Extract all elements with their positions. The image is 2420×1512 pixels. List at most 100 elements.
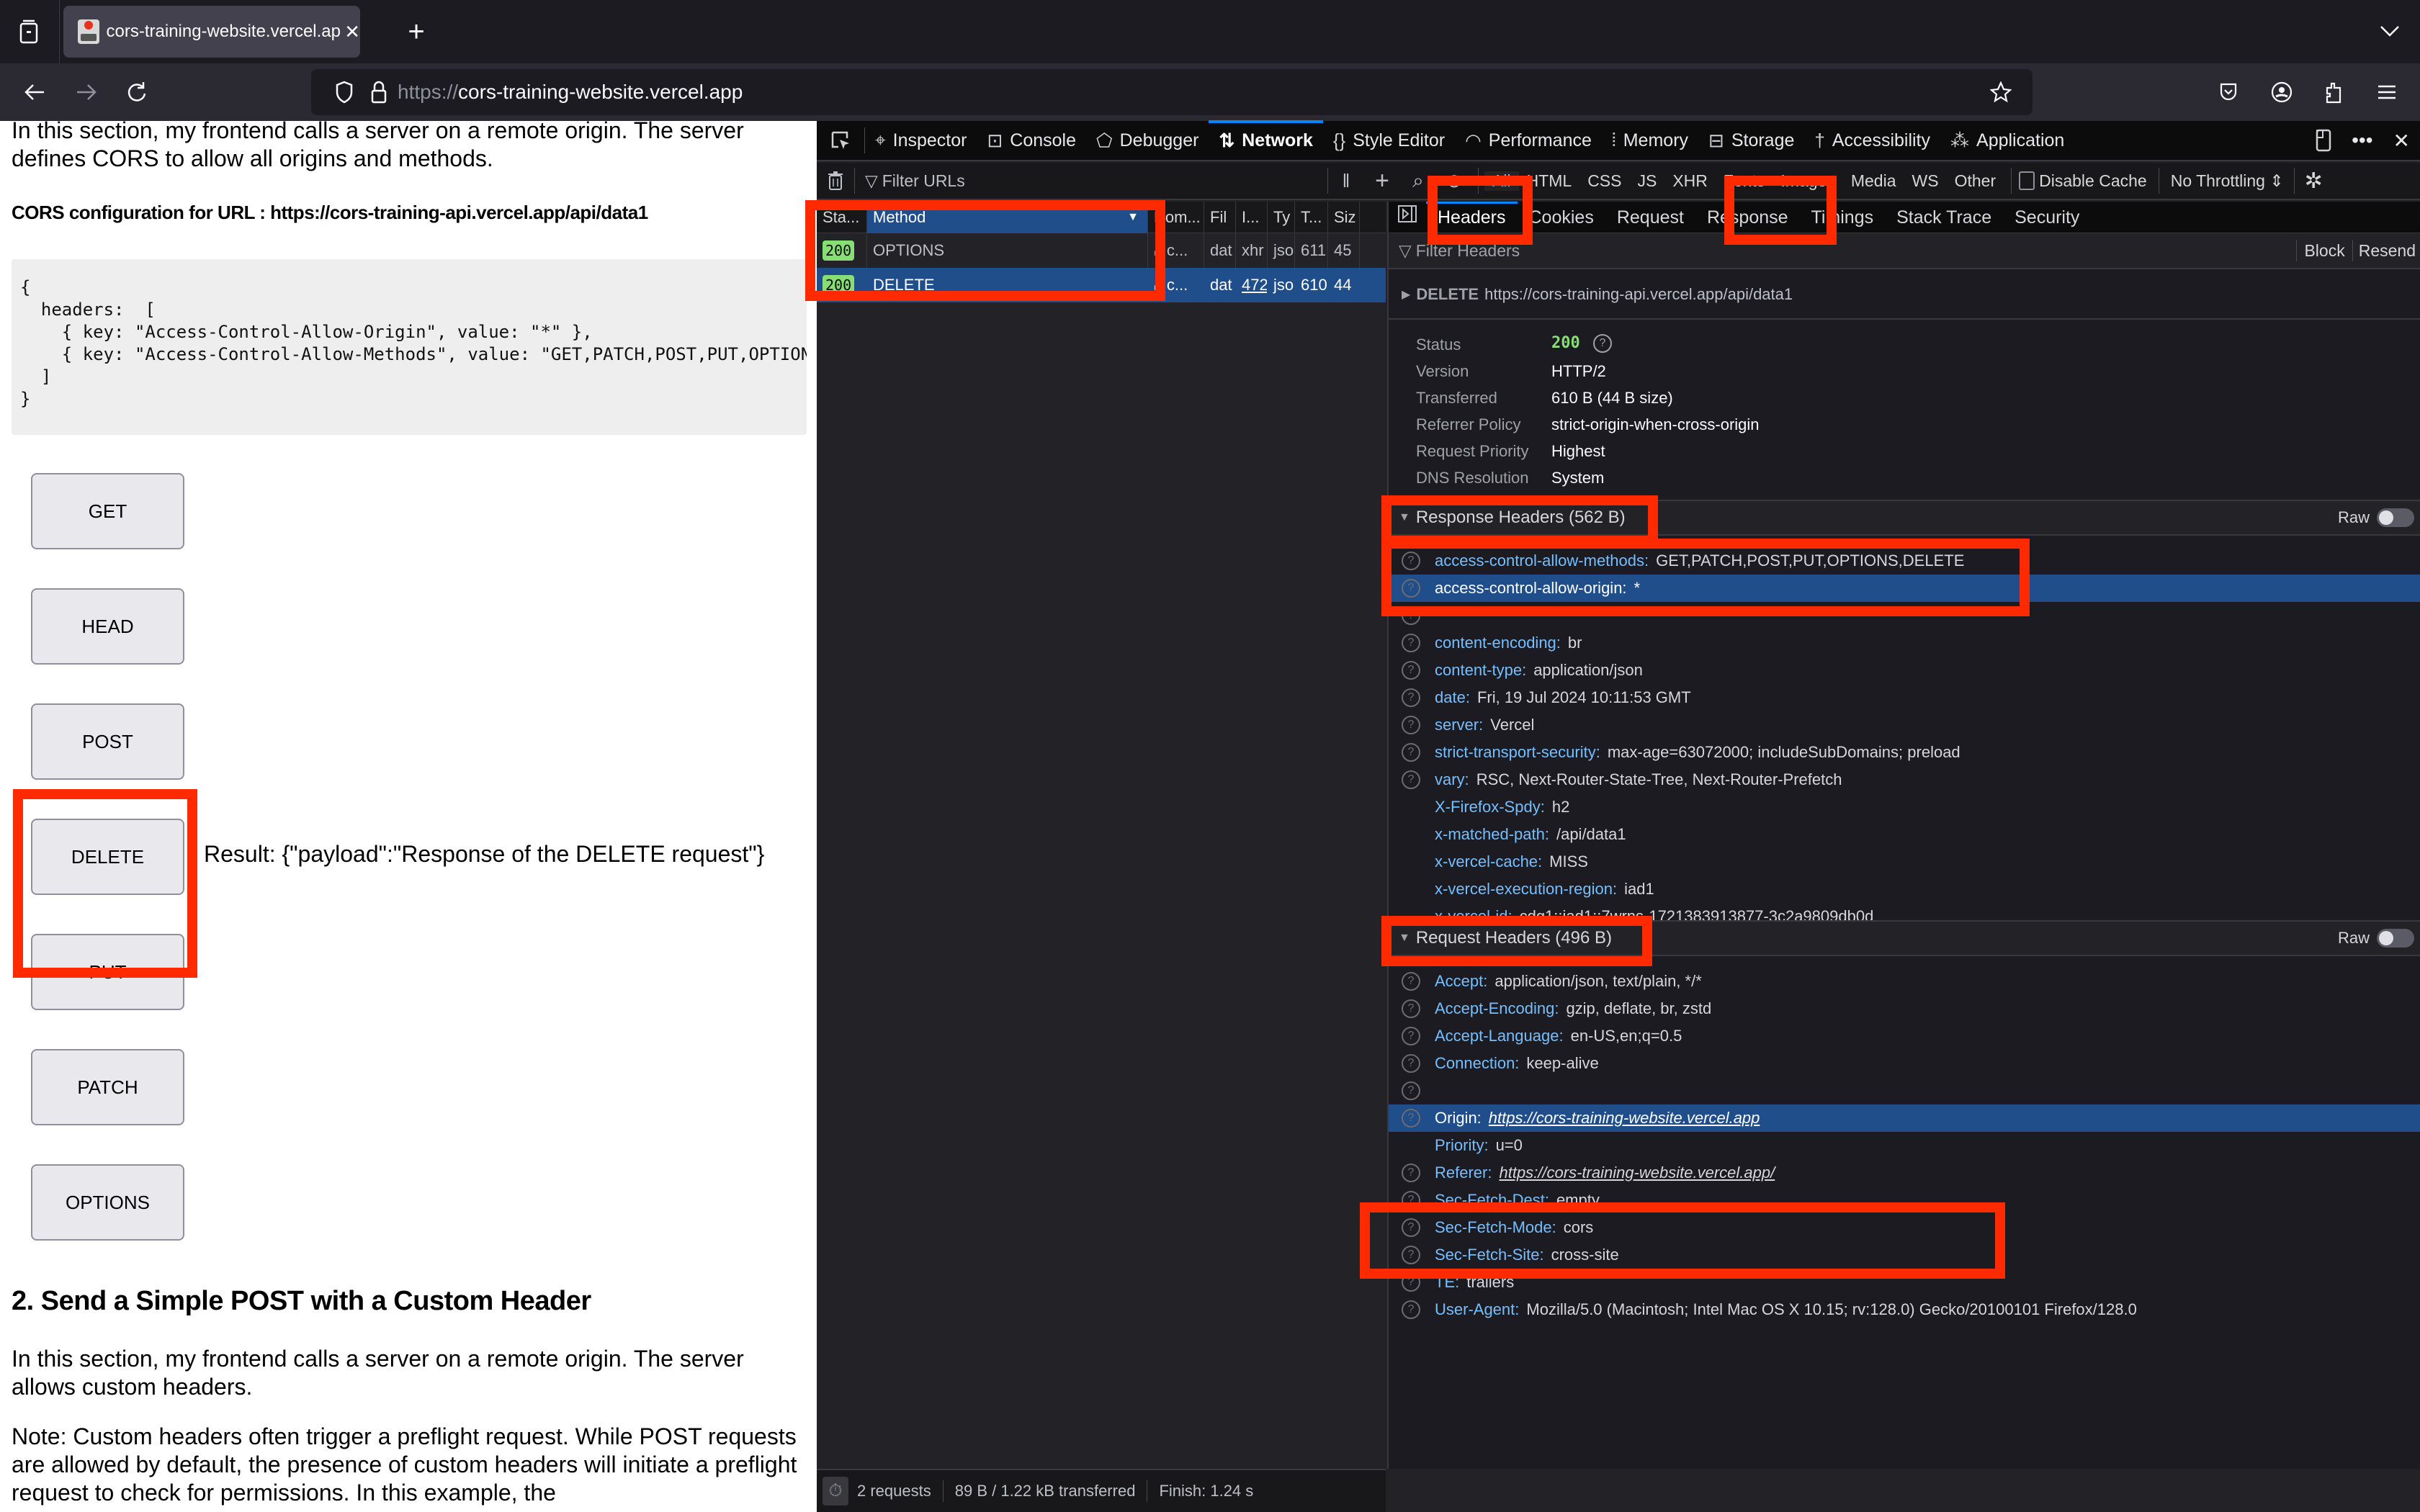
filter-urls-input[interactable]: ▽ Filter URLs (855, 171, 1287, 191)
request-row[interactable]: 200 OPTIONS 🔒︎ c... dat xhr jso 611 45 (817, 233, 1386, 268)
column-file[interactable]: Fil (1204, 202, 1236, 233)
details-tab-security[interactable]: Security (2003, 202, 2091, 233)
browser-tab[interactable]: cors-training-website.vercel.app ✕ (63, 6, 360, 58)
raw-toggle[interactable]: Raw (2338, 508, 2414, 527)
close-tab-icon[interactable]: ✕ (344, 21, 360, 43)
sidebar-icon[interactable] (16, 17, 42, 46)
pick-element-icon[interactable] (817, 120, 864, 161)
forward-icon[interactable] (72, 79, 101, 105)
help-icon[interactable]: ? (1402, 1054, 1420, 1073)
tab-network[interactable]: ⇅ Network (1209, 120, 1324, 161)
header-row[interactable]: x-vercel-cache: MISS (1389, 848, 2420, 876)
tab-memory[interactable]: ⦙ Memory (1602, 120, 1698, 161)
help-icon[interactable]: ? (1402, 634, 1420, 652)
details-tab-stack-trace[interactable]: Stack Trace (1885, 202, 2003, 233)
column-transferred[interactable]: T... (1295, 202, 1328, 233)
tab-list-chevron-icon[interactable] (2377, 20, 2403, 43)
request-initiator-link[interactable]: 472 (1236, 268, 1268, 302)
bookmark-star-icon[interactable] (1986, 78, 2015, 107)
help-icon[interactable]: ? (1402, 1273, 1420, 1292)
header-row[interactable]: ? TE: trailers (1389, 1269, 2420, 1296)
help-icon[interactable]: ? (1402, 972, 1420, 991)
header-row[interactable]: ? Accept-Encoding: gzip, deflate, br, zstd (1389, 995, 2420, 1022)
pause-icon[interactable]: ‖ (1328, 170, 1364, 192)
tab-debugger[interactable]: ⬠ Debugger (1086, 120, 1209, 161)
tab-style-editor[interactable]: {} Style Editor (1323, 120, 1455, 161)
help-icon[interactable]: ? (1402, 1246, 1420, 1264)
header-row[interactable]: x-matched-path: /api/data1 (1389, 821, 2420, 848)
raw-toggle[interactable]: Raw (2338, 929, 2414, 948)
tab-inspector[interactable]: ⌖ Inspector (865, 120, 977, 161)
clear-requests-icon[interactable] (817, 171, 854, 191)
header-row[interactable]: ? Sec-Fetch-Mode: cors (1389, 1214, 2420, 1241)
header-row-selected[interactable]: ? access-control-allow-origin: * (1389, 575, 2420, 602)
help-icon[interactable]: ? (1402, 552, 1420, 570)
tab-application[interactable]: ⁂ Application (1940, 120, 2074, 161)
url-bar[interactable]: https://cors-training-website.vercel.app (311, 69, 2033, 115)
header-value-link[interactable]: https://cors-training-website.vercel.app… (1499, 1164, 1775, 1182)
head-button[interactable]: HEAD (31, 588, 184, 665)
column-initiator[interactable]: I... (1236, 202, 1268, 233)
header-row[interactable]: ? content-encoding: br (1389, 629, 2420, 657)
options-button[interactable]: OPTIONS (31, 1164, 184, 1241)
column-domain[interactable]: Dom... (1148, 202, 1204, 233)
help-icon[interactable]: ? (1402, 579, 1420, 598)
header-row[interactable]: ? (1389, 602, 2420, 629)
toggle-sidebar-icon[interactable] (1389, 202, 1426, 233)
help-icon[interactable]: ? (1402, 661, 1420, 680)
details-tab-timings[interactable]: Timings (1800, 202, 1886, 233)
help-icon[interactable]: ? (1402, 1109, 1420, 1128)
request-row-selected[interactable]: 200 DELETE 🔒︎ c... dat 472 jso 610 44 (817, 268, 1386, 302)
help-icon[interactable]: ? (1402, 688, 1420, 707)
column-status[interactable]: Sta... (817, 202, 867, 233)
help-icon[interactable]: ? (1402, 1191, 1420, 1210)
url-text[interactable]: https://cors-training-website.vercel.app (398, 81, 743, 104)
new-tab-icon[interactable]: + (403, 17, 429, 46)
header-row[interactable]: ? access-control-allow-methods: GET,PATCH,… (1389, 547, 2420, 575)
header-row[interactable]: ? Sec-Fetch-Site: cross-site (1389, 1241, 2420, 1269)
shield-icon[interactable] (333, 78, 356, 107)
header-row[interactable]: x-vercel-execution-region: iad1 (1389, 876, 2420, 903)
column-size[interactable]: Siz (1328, 202, 1360, 233)
help-icon[interactable]: ? (1402, 606, 1420, 625)
get-button[interactable]: GET (31, 473, 184, 549)
lock-icon[interactable] (367, 78, 390, 107)
throttling-select[interactable]: No Throttling ⇕ (2171, 171, 2284, 191)
tab-accessibility[interactable]: † Accessibility (1804, 120, 1940, 161)
column-method[interactable]: Method ▼ (867, 202, 1148, 233)
header-row-selected[interactable]: ? Origin: https://cors-training-website.ve… (1389, 1104, 2420, 1132)
block-requests-icon[interactable]: ⊘ (1436, 170, 1472, 192)
delete-button[interactable]: DELETE (31, 819, 184, 895)
header-value-link[interactable]: https://cors-training-website.vercel.app (1489, 1109, 1760, 1128)
more-options-icon[interactable]: ••• (2341, 120, 2383, 161)
back-icon[interactable] (20, 79, 49, 105)
help-icon[interactable]: ? (1402, 770, 1420, 789)
resend-button[interactable]: Resend (2353, 241, 2420, 261)
header-row[interactable]: Priority: u=0 (1389, 1132, 2420, 1159)
request-line[interactable]: ▶ DELETE https://cors-training-api.verce… (1389, 271, 2420, 320)
header-row[interactable]: ? Accept: application/json, text/plain, */… (1389, 968, 2420, 995)
menu-icon[interactable] (2374, 79, 2400, 105)
details-tab-response[interactable]: Response (1695, 202, 1800, 233)
search-icon[interactable]: ⌕ (1400, 169, 1436, 193)
extensions-icon[interactable] (2321, 78, 2347, 107)
help-icon[interactable]: ? (1402, 1081, 1420, 1100)
close-devtools-icon[interactable]: ✕ (2383, 120, 2420, 161)
header-row[interactable]: ? Referer: https://cors-training-website.v… (1389, 1159, 2420, 1187)
header-row[interactable]: ? Sec-Fetch-Dest: empty (1389, 1187, 2420, 1214)
account-icon[interactable] (2269, 79, 2295, 105)
details-tab-cookies[interactable]: Cookies (1518, 202, 1605, 233)
type-filter-js[interactable]: JS (1629, 171, 1664, 191)
pocket-icon[interactable] (2215, 79, 2241, 105)
type-filter-all[interactable]: All (1484, 171, 1519, 191)
header-row[interactable]: ? vary: RSC, Next-Router-State-Tree, Next-… (1389, 766, 2420, 793)
type-filter-images[interactable]: Images (1773, 171, 1842, 191)
help-icon[interactable]: ? (1593, 334, 1612, 353)
request-headers-section[interactable]: ▼ Request Headers (496 B) Raw (1389, 920, 2420, 956)
performance-analysis-stopwatch-icon[interactable]: ⏱ (823, 1477, 848, 1506)
help-icon[interactable]: ? (1402, 716, 1420, 734)
type-filter-media[interactable]: Media (1843, 171, 1904, 191)
help-icon[interactable]: ? (1402, 1164, 1420, 1182)
reload-icon[interactable] (122, 79, 151, 105)
filter-headers-input[interactable]: ▽ Filter Headers Block Resend (1389, 233, 2420, 269)
